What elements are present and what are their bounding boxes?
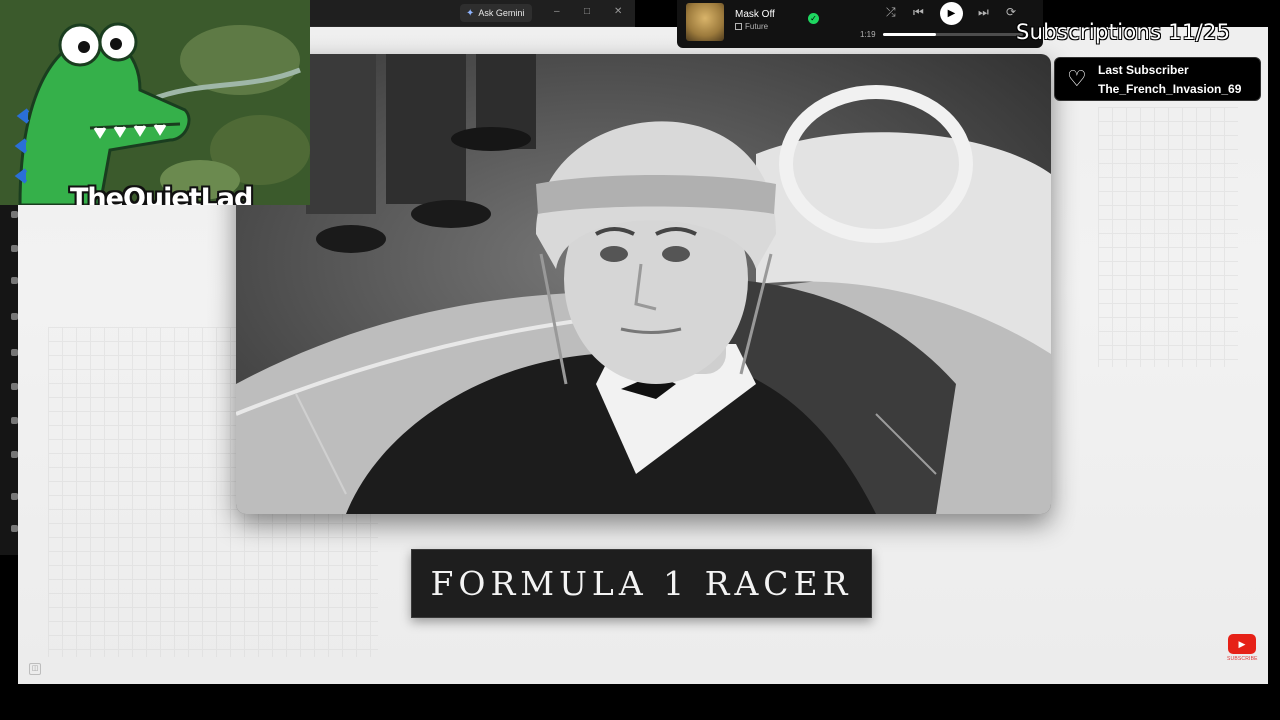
shuffle-icon[interactable]: ⤮ bbox=[886, 5, 896, 20]
elapsed-time: 1:19 bbox=[860, 30, 876, 39]
subscribe-caption: SUBSCRIBE bbox=[1227, 656, 1258, 662]
previous-icon[interactable]: ⏮ bbox=[913, 5, 924, 20]
heart-icon: ♡ bbox=[1067, 66, 1087, 91]
background-grid bbox=[1098, 107, 1238, 367]
title-card: FORMULA 1 RACER bbox=[411, 549, 872, 618]
last-subscriber-name: The_French_Invasion_69 bbox=[1098, 82, 1242, 96]
subscriptions-goal: Subscriptions 11/25 bbox=[1016, 20, 1231, 44]
racer-photo-illustration bbox=[236, 54, 1051, 514]
corner-overlay-icon[interactable]: ◫ bbox=[29, 663, 41, 675]
repeat-icon[interactable]: ⟳ bbox=[1006, 5, 1016, 19]
sidebar-icon[interactable] bbox=[11, 383, 18, 390]
sidebar-icon[interactable] bbox=[11, 525, 18, 532]
sidebar-icon[interactable] bbox=[11, 493, 18, 500]
last-subscriber-label: Last Subscriber bbox=[1098, 63, 1189, 77]
youtube-subscribe-icon: ▶ bbox=[1228, 634, 1256, 654]
youtube-subscribe-watermark[interactable]: ▶ SUBSCRIBE bbox=[1227, 634, 1258, 664]
gemini-spark-icon: ✦ bbox=[466, 7, 475, 19]
sidebar-icon[interactable] bbox=[11, 211, 18, 218]
close-button[interactable]: ✕ bbox=[614, 6, 622, 17]
progress-fill bbox=[883, 33, 937, 36]
last-subscriber-card: ♡ Last Subscriber The_French_Invasion_69 bbox=[1054, 57, 1261, 101]
music-player: Mask Off Future ✓ ⤮ ⏮ ▶ ⏭ ⟳ 1:19 bbox=[677, 0, 1043, 48]
minimize-button[interactable]: – bbox=[554, 6, 560, 17]
ask-gemini-button[interactable]: ✦ Ask Gemini bbox=[460, 4, 532, 22]
sidebar-icon[interactable] bbox=[11, 245, 18, 252]
host-window-sidebar bbox=[0, 205, 18, 555]
play-icon: ▶ bbox=[947, 8, 956, 19]
track-artist[interactable]: Future bbox=[735, 22, 768, 31]
sidebar-icon[interactable] bbox=[11, 451, 18, 458]
host-window-titlebar: ✦ Ask Gemini – □ ✕ bbox=[310, 0, 635, 27]
explicit-box-icon bbox=[735, 23, 742, 30]
play-button[interactable]: ▶ bbox=[940, 2, 963, 25]
sidebar-icon[interactable] bbox=[11, 349, 18, 356]
album-art bbox=[686, 3, 724, 41]
track-title[interactable]: Mask Off bbox=[735, 9, 775, 20]
sidebar-icon[interactable] bbox=[11, 313, 18, 320]
title-card-text: FORMULA 1 RACER bbox=[430, 564, 853, 603]
ask-gemini-label: Ask Gemini bbox=[478, 8, 525, 18]
artist-label: Future bbox=[745, 22, 769, 31]
crocodile-avatar-illustration bbox=[0, 0, 310, 205]
channel-name: TheQuietLad bbox=[70, 183, 253, 205]
maximize-button[interactable]: □ bbox=[584, 6, 590, 17]
sidebar-icon[interactable] bbox=[11, 417, 18, 424]
next-icon[interactable]: ⏭ bbox=[978, 5, 989, 20]
saved-check-icon[interactable]: ✓ bbox=[808, 13, 819, 24]
streamer-avatar: TheQuietLad bbox=[0, 0, 310, 205]
sidebar-icon[interactable] bbox=[11, 277, 18, 284]
racer-photo bbox=[236, 54, 1051, 514]
progress-bar[interactable] bbox=[883, 33, 1023, 36]
